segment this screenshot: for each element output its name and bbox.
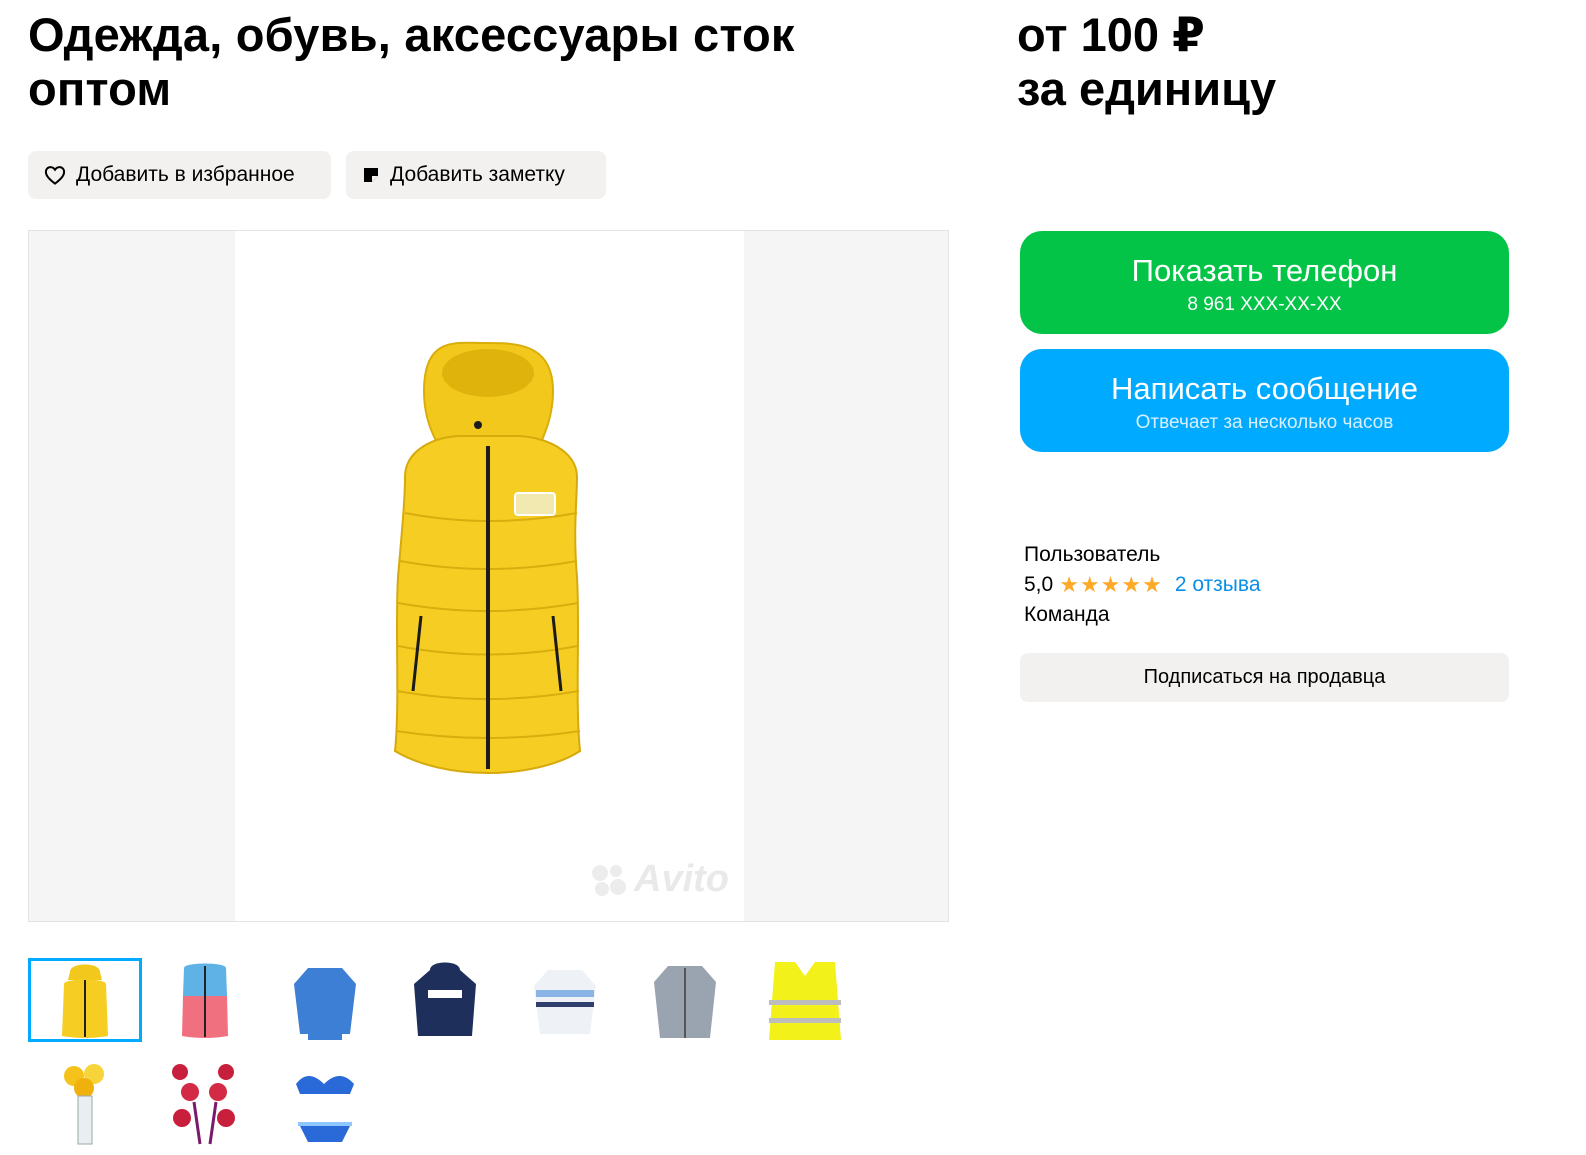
listing-title: Одежда, обувь, аксессуары сток оптом: [28, 8, 795, 115]
striped-sweater-thumb-image: [534, 970, 596, 1034]
thumbnail-yellow-vest[interactable]: [28, 958, 142, 1042]
avito-logo-icon: [592, 864, 626, 896]
heart-icon: [44, 166, 66, 185]
thumbnail-blue-sweater[interactable]: [268, 958, 382, 1042]
seller-type: Пользователь: [1024, 543, 1161, 566]
add-to-favorites-button[interactable]: Добавить в избранное: [28, 151, 331, 199]
note-icon: [364, 168, 378, 182]
thumbnail-blue-swimsuit[interactable]: [268, 1062, 382, 1146]
photo-canvas: [235, 231, 744, 921]
blue-swimsuit-thumb-image: [296, 1076, 354, 1142]
grey-jacket-thumb-image: [654, 966, 716, 1038]
phone-number-masked: 8 961 XXX-XX-XX: [1187, 294, 1342, 315]
rating-stars-icon: ★★★★★: [1059, 572, 1163, 597]
subscribe-seller-button[interactable]: Подписаться на продавца: [1020, 653, 1509, 702]
rating-value: 5,0: [1024, 573, 1054, 596]
price-block: от 100 ₽ за единицу: [1017, 8, 1276, 116]
thumbnail-striped-sweater[interactable]: [508, 958, 622, 1042]
avito-watermark: Avito: [590, 858, 729, 901]
yellow-vest-thumb-image: [62, 964, 108, 1038]
yellow-vest-image: [393, 341, 582, 775]
thumbnail-red-flowers[interactable]: [148, 1062, 262, 1146]
watermark-text: Avito: [634, 858, 729, 900]
write-message-button[interactable]: Написать сообщение Отвечает за несколько…: [1020, 349, 1509, 452]
safety-vest-thumb-image: [769, 962, 841, 1040]
add-note-label: Добавить заметку: [390, 163, 565, 186]
write-message-label: Написать сообщение: [1111, 371, 1418, 406]
red-flowers-thumb-image: [172, 1064, 235, 1145]
add-to-favorites-label: Добавить в избранное: [76, 163, 295, 186]
seller-rating-row: 5,0 ★★★★★ 2 отзыва: [1024, 570, 1261, 600]
thumbnail-grey-jacket[interactable]: [628, 958, 742, 1042]
response-time-text: Отвечает за несколько часов: [1135, 412, 1394, 433]
price-unit: за единицу: [1017, 62, 1277, 115]
navy-hoodie-thumb-image: [414, 962, 476, 1036]
flowers-thumb-image: [64, 1064, 104, 1145]
thumbnail-navy-hoodie[interactable]: [388, 958, 502, 1042]
show-phone-label: Показать телефон: [1131, 253, 1398, 288]
subscribe-seller-label: Подписаться на продавца: [1143, 666, 1386, 688]
thumbnail-pink-blue-vest[interactable]: [148, 958, 262, 1042]
blue-sweater-thumb-image: [294, 968, 356, 1040]
price-value: от 100 ₽: [1017, 8, 1205, 61]
seller-info: Пользователь 5,0 ★★★★★ 2 отзыва Команда: [1024, 540, 1261, 630]
thumbnail-flowers[interactable]: [28, 1062, 142, 1146]
seller-team: Команда: [1024, 603, 1110, 626]
pink-blue-vest-thumb-image: [182, 963, 228, 1038]
add-note-button[interactable]: Добавить заметку: [346, 151, 606, 199]
thumbnail-safety-vest[interactable]: [748, 958, 862, 1042]
reviews-link[interactable]: 2 отзыва: [1175, 570, 1261, 600]
show-phone-button[interactable]: Показать телефон 8 961 XXX-XX-XX: [1020, 231, 1509, 334]
main-photo[interactable]: [28, 230, 949, 922]
